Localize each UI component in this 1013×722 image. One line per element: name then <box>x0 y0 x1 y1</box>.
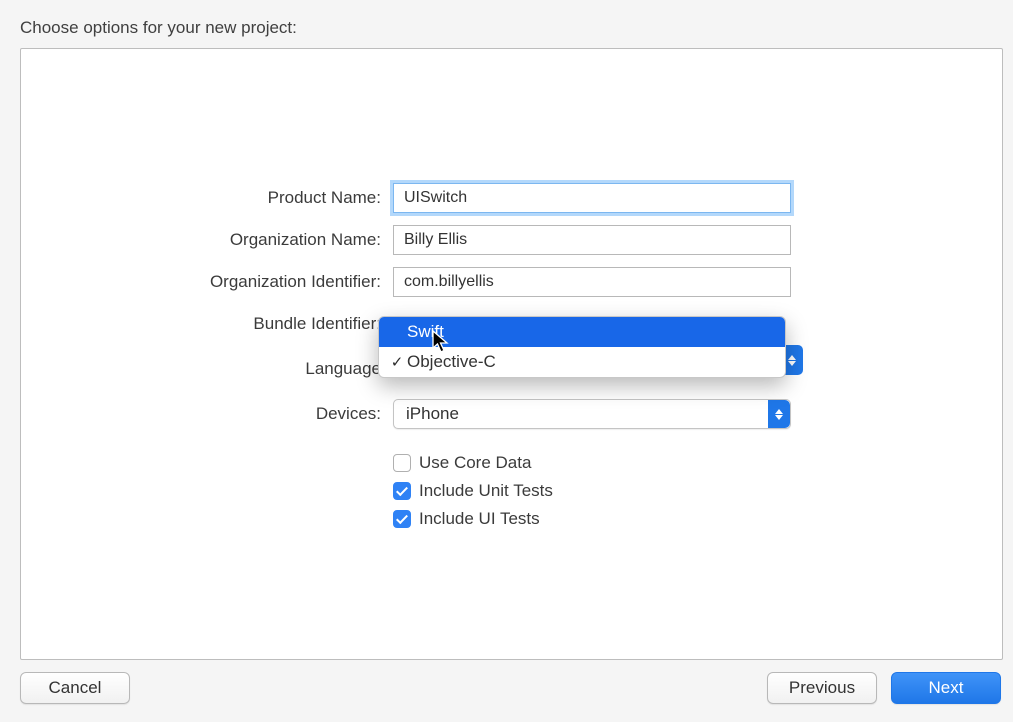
options-checkboxes: Use Core Data Include Unit Tests Include… <box>21 449 1002 533</box>
checkbox-include-unit-tests[interactable]: Include Unit Tests <box>393 477 1002 505</box>
language-dropdown: Swift ✓ Objective-C <box>378 316 786 378</box>
label-product-name: Product Name: <box>21 188 393 208</box>
label-language: Language <box>21 359 393 379</box>
row-devices: Devices: iPhone <box>21 393 1002 435</box>
organization-name-input[interactable] <box>393 225 791 255</box>
label-organization-name: Organization Name: <box>21 230 393 250</box>
previous-button[interactable]: Previous <box>767 672 877 704</box>
label-devices: Devices: <box>21 404 393 424</box>
language-option-swift[interactable]: Swift <box>379 317 785 347</box>
devices-select-value: iPhone <box>394 404 768 424</box>
checkbox-label: Include UI Tests <box>419 509 540 529</box>
footer: Cancel Previous Next <box>0 660 1013 722</box>
checkmark-icon: ✓ <box>387 353 407 371</box>
checkbox-label: Use Core Data <box>419 453 531 473</box>
options-panel: Product Name: Organization Name: Organiz… <box>20 48 1003 660</box>
row-product-name: Product Name: <box>21 177 1002 219</box>
row-organization-name: Organization Name: <box>21 219 1002 261</box>
option-label: Objective-C <box>407 352 785 372</box>
checkbox-icon <box>393 454 411 472</box>
new-project-options: Choose options for your new project: Pro… <box>0 0 1013 722</box>
label-bundle-identifier: Bundle Identifier: <box>21 314 393 334</box>
product-name-input[interactable] <box>393 183 791 213</box>
option-label: Swift <box>407 322 785 342</box>
checkbox-include-ui-tests[interactable]: Include UI Tests <box>393 505 1002 533</box>
next-button[interactable]: Next <box>891 672 1001 704</box>
devices-select[interactable]: iPhone <box>393 399 791 429</box>
checkbox-use-core-data[interactable]: Use Core Data <box>393 449 1002 477</box>
checkbox-label: Include Unit Tests <box>419 481 553 501</box>
organization-identifier-input[interactable] <box>393 267 791 297</box>
updown-icon <box>768 400 790 428</box>
language-option-objective-c[interactable]: ✓ Objective-C <box>379 347 785 377</box>
row-organization-identifier: Organization Identifier: <box>21 261 1002 303</box>
checkbox-icon <box>393 510 411 528</box>
cancel-button[interactable]: Cancel <box>20 672 130 704</box>
page-title: Choose options for your new project: <box>20 18 297 38</box>
checkbox-icon <box>393 482 411 500</box>
label-organization-identifier: Organization Identifier: <box>21 272 393 292</box>
